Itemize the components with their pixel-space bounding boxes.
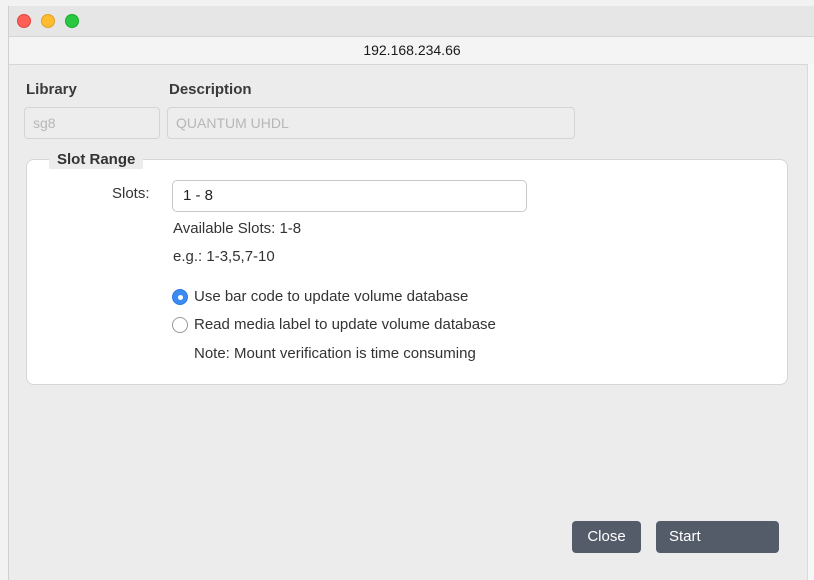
slot-range-title: Slot Range [49,151,144,169]
close-window-icon[interactable] [17,14,31,28]
close-button[interactable]: Close [572,521,641,553]
library-label: Library [26,81,77,98]
host-address: 192.168.234.66 [9,36,814,65]
example-text: e.g.: 1-3,5,7-10 [173,248,275,265]
media-label-radio[interactable] [172,317,188,333]
minimize-window-icon[interactable] [41,14,55,28]
library-field: sg8 [24,107,160,139]
media-label-radio-label[interactable]: Read media label to update volume databa… [194,316,496,333]
mount-note: Note: Mount verification is time consumi… [194,345,476,362]
slots-input[interactable]: 1 - 8 [172,180,527,212]
scrollbar-track[interactable] [807,64,814,580]
available-slots-text: Available Slots: 1-8 [173,220,302,237]
description-label: Description [169,81,252,98]
description-field: QUANTUM UHDL [167,107,575,139]
title-bar[interactable] [9,6,814,36]
barcode-radio[interactable] [172,289,188,305]
start-button[interactable]: Start [656,521,779,553]
zoom-window-icon[interactable] [65,14,79,28]
barcode-radio-label[interactable]: Use bar code to update volume database [194,288,468,305]
slots-label: Slots: [112,185,150,202]
